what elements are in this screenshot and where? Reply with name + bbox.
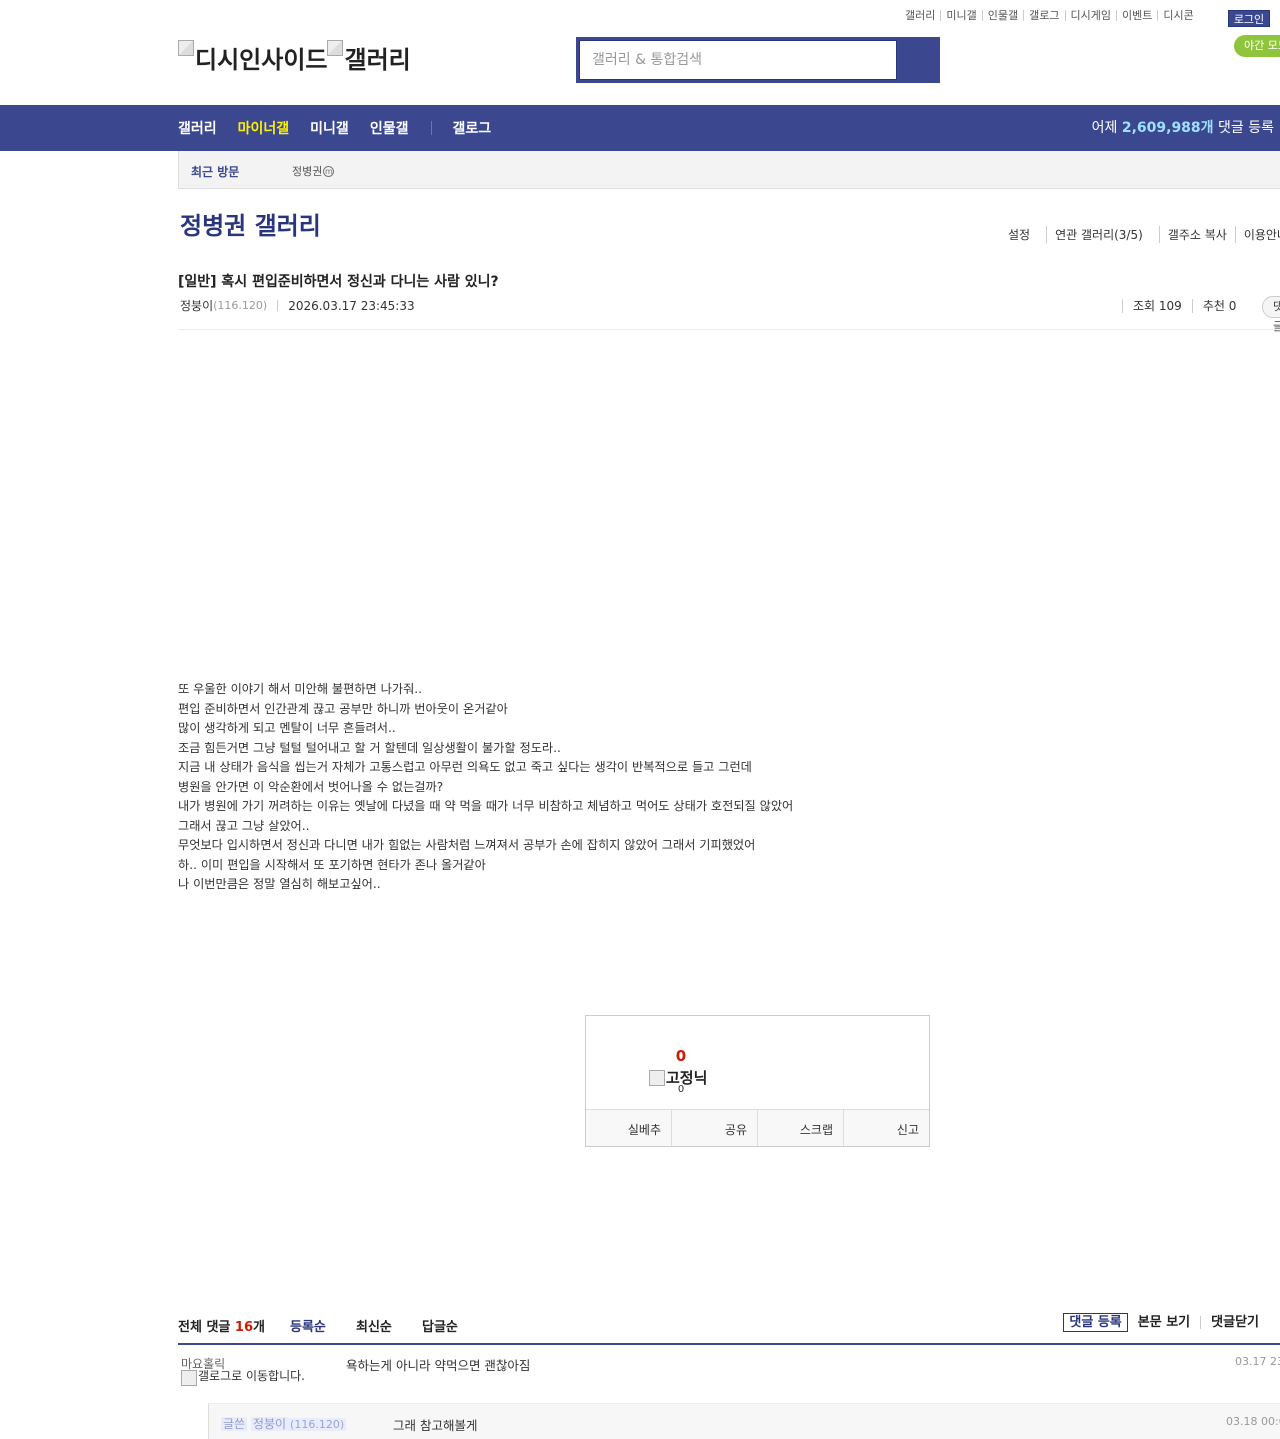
post-date: 2026.03.17 23:45:33	[288, 298, 415, 313]
comment-total-count: 16	[234, 1320, 253, 1335]
comment-tools: 댓글 등록 본문 보기 댓글닫기	[1063, 1313, 1280, 1332]
view-body-button[interactable]: 본문 보기	[1138, 1316, 1200, 1329]
recent-visit-item[interactable]: 정병권 m	[292, 163, 335, 179]
reply-date: 03.18 00:01:20	[1226, 1415, 1280, 1428]
nav-gallog[interactable]: 갤로그	[452, 118, 491, 138]
gallery-title[interactable]: 정병권 갤러리	[180, 206, 321, 241]
top-link-gallery[interactable]: 갤러리	[900, 10, 940, 21]
recommend-actions: 실베추 공유 스크랩 신고	[586, 1109, 929, 1146]
logo-dcinside: 디시인사이드	[178, 40, 327, 75]
fixed-nick-count: 0	[677, 1084, 685, 1095]
post-author[interactable]: 정붕이	[180, 297, 213, 314]
broken-image-icon	[178, 40, 194, 56]
post-recommend-count: 추천 0	[1191, 299, 1236, 313]
gallery-tools: 설정 연관 갤러리(3/5) 갤주소 복사 이용안내	[1000, 226, 1280, 243]
post-author-ip: (116.120)	[213, 299, 268, 312]
post-views: 조회 109	[1122, 299, 1192, 313]
minor-gallery-icon: m	[323, 165, 335, 177]
post-meta: 정붕이 (116.120) 2026.03.17 23:45:33	[180, 297, 415, 314]
nav-divider	[431, 121, 433, 135]
comments-header: 전체 댓글 16개 등록순 최신순 답글순 댓글 등록 본문 보기 댓글닫기	[178, 1313, 1280, 1345]
related-galleries[interactable]: 연관 갤러리(3/5)	[1046, 226, 1151, 243]
reply-nick[interactable]: 글쓴 정붕이 (116.120)	[221, 1415, 347, 1432]
sort-registered[interactable]: 등록순	[290, 1316, 326, 1335]
post-line: 무엇보다 입시하면서 정신과 다니면 내가 힘없는 사람처럼 느껴져서 공부가 …	[178, 838, 756, 852]
post-line: 지금 내 상태가 음식을 씹는거 자체가 고통스럽고 아무런 의욕도 없고 죽고…	[178, 760, 752, 774]
sort-latest[interactable]: 최신순	[356, 1316, 392, 1335]
nav-gallery[interactable]: 갤러리	[178, 118, 217, 138]
nav-mini-gallery[interactable]: 미니갤	[310, 118, 349, 138]
broken-image-icon	[327, 40, 344, 56]
comment-item: 마요홀릭 갤로그로 이동합니다. 욕하는게 아니라 약먹으면 괜찮아짐 03.1…	[178, 1345, 1280, 1403]
search-icon	[897, 40, 937, 80]
nav-person-gallery[interactable]: 인물갤	[370, 118, 409, 138]
top-link-game[interactable]: 디시게임	[1064, 10, 1116, 21]
night-mode-button[interactable]: 야간 모드	[1234, 35, 1280, 57]
usage-guide[interactable]: 이용안내	[1234, 226, 1280, 243]
sort-replies[interactable]: 답글순	[422, 1316, 458, 1335]
recommend-count: 0	[675, 1047, 687, 1065]
post-divider	[178, 329, 1280, 330]
post-line: 많이 생각하게 되고 멘탈이 너무 흔들려서..	[178, 721, 396, 735]
search-button[interactable]	[897, 40, 937, 80]
post-line: 나 이번만큼은 정말 열심히 해보고싶어..	[178, 877, 381, 891]
top-link-dccon[interactable]: 디시콘	[1157, 10, 1198, 21]
top-link-event[interactable]: 이벤트	[1115, 10, 1157, 21]
post-comment-jump[interactable]: 댓글	[1262, 296, 1280, 333]
site-logo[interactable]: 디시인사이드 갤러리	[178, 40, 411, 75]
comment-date: 03.17 23:51:12	[1235, 1355, 1280, 1368]
comment-total: 전체 댓글 16개	[178, 1320, 265, 1335]
silbe-recommend-button[interactable]: 실베추	[586, 1110, 671, 1146]
close-comments-button[interactable]: 댓글닫기	[1200, 1316, 1269, 1329]
comment-register-button[interactable]: 댓글 등록	[1063, 1313, 1128, 1332]
recommend-box: 0 고정닉 0 실베추 공유 스크랩 신고	[585, 1015, 930, 1147]
comment-stat-value: 2,609,988개	[1121, 120, 1214, 136]
post-title: [일반] 혹시 편입준비하면서 정신과 다니는 사람 있니?	[178, 274, 499, 290]
top-link-gallog[interactable]: 갤로그	[1023, 10, 1064, 21]
post-line: 하.. 이미 편입을 시작해서 또 포기하면 현타가 존나 올거같아	[178, 857, 486, 872]
post-counts: 조회 109 추천 0	[1122, 299, 1236, 313]
post-line: 또 우울한 이야기 해서 미안해 불편하면 나가줘..	[178, 682, 423, 696]
post-body: 또 우울한 이야기 해서 미안해 불편하면 나가줘.. 편입 준비하면서 인간관…	[178, 680, 793, 895]
logo-gallery: 갤러리	[327, 40, 411, 75]
comment-stat: 어제 2,609,988개 댓글 등록	[1091, 120, 1274, 136]
comment-text: 욕하는게 아니라 약먹으면 괜찮아짐	[346, 1358, 531, 1373]
top-link-person[interactable]: 인물갤	[981, 10, 1023, 21]
meta-divider	[277, 300, 279, 311]
search-input[interactable]: 갤러리 & 통합검색	[579, 40, 897, 80]
copy-gallery-url[interactable]: 갤주소 복사	[1158, 226, 1235, 243]
login-button[interactable]: 로그인	[1228, 10, 1270, 27]
post-line: 그래서 끊고 그냥 살았어..	[178, 818, 310, 833]
gallog-link[interactable]: 갤로그로 이동합니다.	[181, 1370, 311, 1386]
nav-minor-gallery[interactable]: 마이너갤	[238, 118, 290, 138]
recent-visit-bar: 최근 방문 정병권 m	[178, 151, 1280, 189]
top-links: 갤러리 미니갤 인물갤 갤로그 디시게임 이벤트 디시콘	[900, 10, 1199, 21]
recent-visit-label[interactable]: 최근 방문	[191, 163, 239, 180]
reply-text: 그래 참고해볼게	[393, 1418, 478, 1433]
post-line: 내가 병원에 가기 꺼려하는 이유는 옛날에 다녔을 때 약 먹을 때가 너무 …	[178, 799, 794, 813]
post-line: 조금 힘든거면 그냥 털털 털어내고 할 거 할텐데 일상생활이 불가할 정도라…	[178, 740, 561, 755]
broken-image-icon	[181, 1370, 197, 1386]
main-nav: 갤러리 마이너갤 미니갤 인물갤 갤로그 어제 2,609,988개 댓글 등록	[0, 105, 1280, 151]
post-line: 편입 준비하면서 인간관계 끊고 공부만 하니까 번아웃이 온거같아	[178, 701, 508, 716]
report-button[interactable]: 신고	[843, 1110, 929, 1146]
comment-reply-item: 글쓴 정붕이(116.120) 그래 참고해볼게 03.18 00:01:20	[208, 1403, 1280, 1439]
gallery-settings[interactable]: 설정	[1000, 226, 1038, 243]
author-tag: 글쓴	[221, 1417, 248, 1431]
scrap-button[interactable]: 스크랩	[757, 1110, 843, 1146]
post-line: 병원을 안가면 이 악순환에서 벗어나올 수 없는걸까?	[178, 779, 444, 794]
search-bar: 갤러리 & 통합검색	[576, 37, 940, 83]
top-link-mini[interactable]: 미니갤	[940, 10, 981, 21]
share-button[interactable]: 공유	[671, 1110, 757, 1146]
